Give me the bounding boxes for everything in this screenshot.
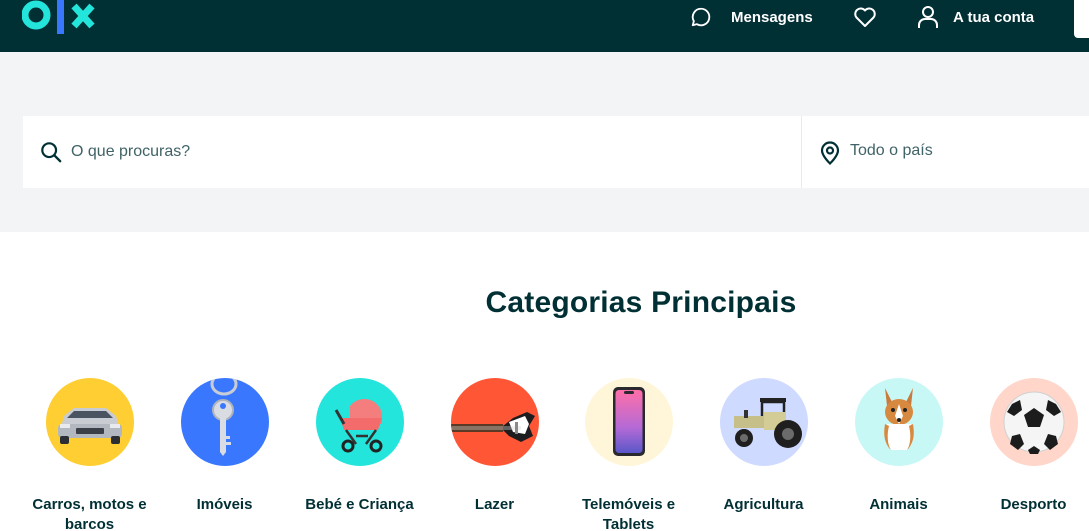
messages-link[interactable]: Mensagens bbox=[690, 5, 813, 29]
dog-icon bbox=[854, 378, 943, 466]
category-label: Bebé e Criança bbox=[305, 496, 414, 513]
category-real-estate[interactable]: Imóveis bbox=[157, 378, 292, 515]
stroller-icon bbox=[315, 378, 404, 466]
chat-bubble-icon bbox=[691, 7, 711, 27]
search-field[interactable] bbox=[23, 116, 801, 188]
smartphone-icon bbox=[584, 378, 673, 466]
category-label: Agricultura bbox=[723, 496, 804, 513]
category-animals[interactable]: Animais bbox=[831, 378, 966, 515]
category-label: Imóveis bbox=[196, 496, 253, 513]
top-header: Mensagens A tua conta bbox=[0, 0, 1089, 52]
olx-logo[interactable] bbox=[21, 0, 98, 34]
messages-label: Mensagens bbox=[731, 8, 813, 26]
category-label: Telemóveis e Tablets bbox=[581, 496, 676, 531]
football-icon bbox=[989, 378, 1078, 466]
tractor-icon bbox=[719, 378, 808, 466]
favorites-link[interactable] bbox=[853, 5, 877, 29]
user-icon bbox=[918, 6, 938, 28]
category-label: Carros, motos e barcos bbox=[32, 496, 147, 531]
location-value: Todo o país bbox=[850, 142, 933, 159]
key-icon bbox=[180, 378, 269, 466]
categories-title: Categorias Principais bbox=[485, 286, 797, 319]
category-cars[interactable]: Carros, motos e barcos bbox=[22, 378, 157, 531]
category-phones[interactable]: Telemóveis e Tablets bbox=[561, 378, 696, 531]
account-link[interactable]: A tua conta bbox=[917, 5, 1034, 29]
account-label: A tua conta bbox=[953, 8, 1035, 26]
category-sports[interactable]: Desporto bbox=[966, 378, 1089, 515]
search-input[interactable] bbox=[71, 140, 771, 164]
category-baby[interactable]: Bebé e Criança bbox=[292, 378, 427, 515]
car-icon bbox=[45, 378, 134, 466]
category-agriculture[interactable]: Agricultura bbox=[696, 378, 831, 515]
category-label: Animais bbox=[869, 496, 928, 513]
category-label: Desporto bbox=[1000, 496, 1067, 513]
category-leisure[interactable]: Lazer bbox=[427, 378, 562, 515]
search-section: Todo o país bbox=[0, 52, 1089, 232]
search-bar: Todo o país bbox=[23, 116, 1089, 188]
location-field[interactable]: Todo o país bbox=[802, 116, 1089, 188]
location-pin-icon bbox=[820, 141, 840, 165]
post-ad-button[interactable] bbox=[1074, 0, 1089, 38]
heart-icon bbox=[854, 7, 876, 27]
guitar-icon bbox=[450, 378, 539, 466]
category-label: Lazer bbox=[474, 496, 515, 513]
search-icon bbox=[41, 142, 62, 163]
